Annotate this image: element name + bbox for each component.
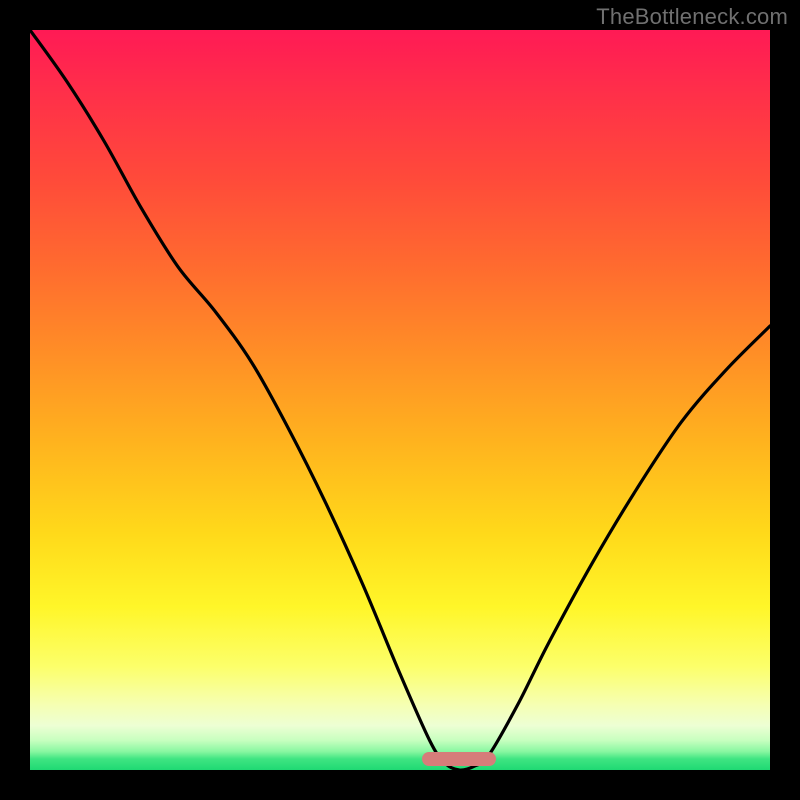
bottleneck-curve [30, 30, 770, 770]
plot-area [30, 30, 770, 770]
curve-path [30, 30, 770, 770]
watermark-text: TheBottleneck.com [596, 4, 788, 30]
chart-frame: TheBottleneck.com [0, 0, 800, 800]
optimal-range-marker [422, 752, 496, 766]
